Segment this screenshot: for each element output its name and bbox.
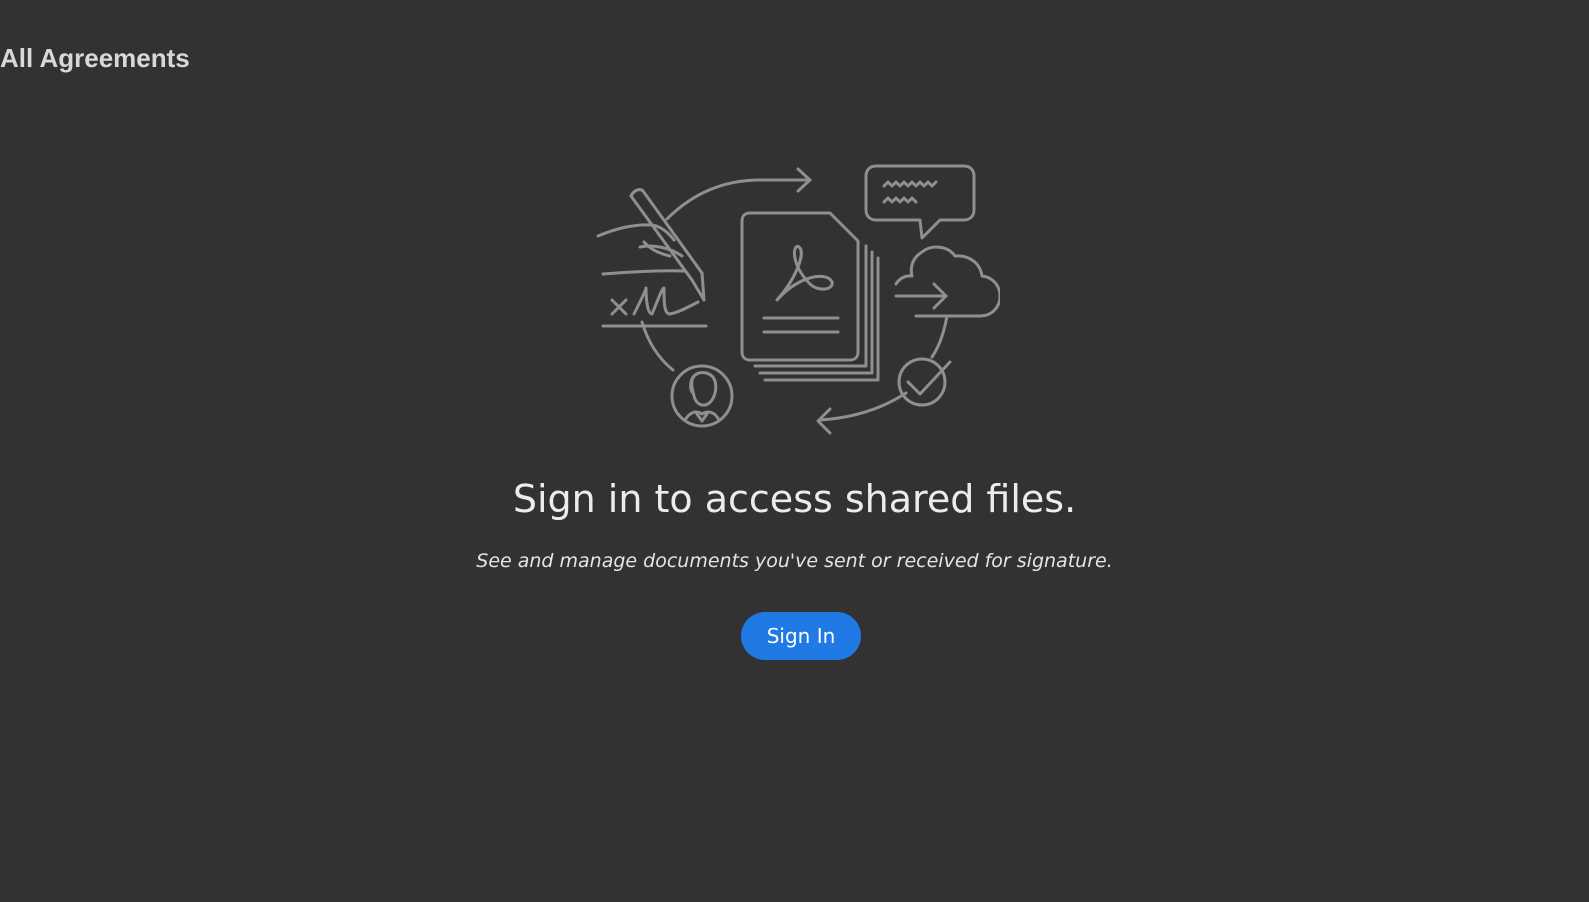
cloud-upload-icon [894, 245, 1000, 318]
agreements-illustration [584, 160, 1000, 435]
empty-state-headline: Sign in to access shared files. [512, 477, 1077, 521]
speech-bubble-icon [864, 164, 976, 240]
user-avatar-icon [670, 364, 734, 428]
pdf-document-stack-icon [740, 211, 880, 382]
empty-state-description: See and manage documents you've sent or … [476, 550, 1113, 572]
checkmark-circle-icon [897, 357, 952, 407]
page-title: All Agreements [0, 43, 190, 73]
hand-signing-icon [596, 188, 708, 328]
sign-in-button[interactable]: Sign In [741, 612, 861, 660]
